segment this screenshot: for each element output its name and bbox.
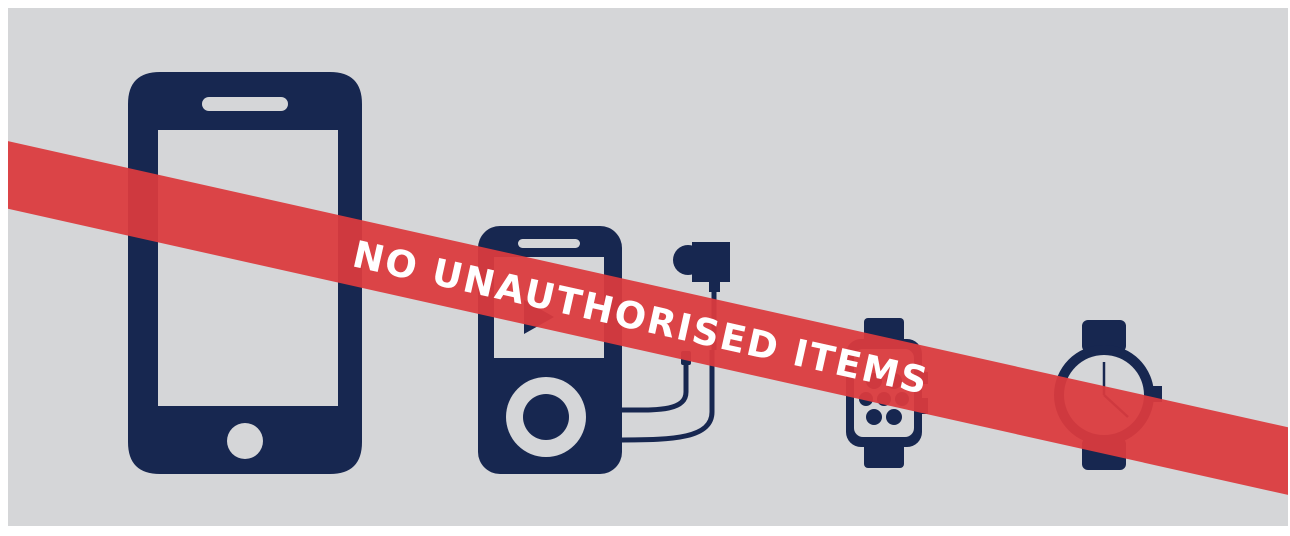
notice-illustration: NO UNAUTHORISED ITEMS: [8, 8, 1288, 526]
notice-graphic: NO UNAUTHORISED ITEMS: [0, 0, 1290, 536]
notice-panel: NO UNAUTHORISED ITEMS: [8, 8, 1288, 526]
